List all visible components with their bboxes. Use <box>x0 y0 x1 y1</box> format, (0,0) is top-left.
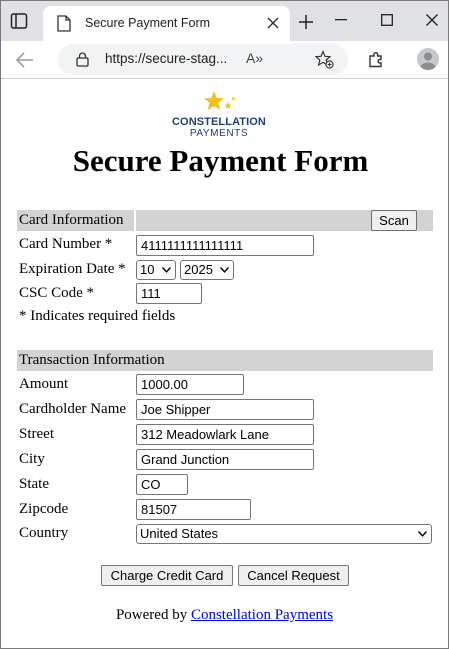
cancel-request-button[interactable]: Cancel Request <box>238 565 349 586</box>
card-number-label: Card Number * <box>19 236 113 252</box>
charge-credit-card-button[interactable]: Charge Credit Card <box>101 565 233 586</box>
state-field[interactable]: CO <box>136 474 188 495</box>
city-field[interactable]: Grand Junction <box>136 449 314 470</box>
country-select[interactable]: United States <box>136 524 432 544</box>
csc-field[interactable]: 111 <box>136 283 202 304</box>
transaction-section-header: Transaction Information <box>17 350 433 371</box>
expiration-month-select[interactable]: 10 <box>136 260 176 280</box>
tab-actions-icon[interactable] <box>10 12 28 30</box>
window-close-icon[interactable] <box>426 14 438 26</box>
page-title: Secure Payment Form <box>72 143 369 178</box>
amount-field[interactable]: 1000.00 <box>136 374 244 395</box>
city-label: City <box>19 451 45 467</box>
minimize-icon[interactable] <box>335 19 347 21</box>
url-text[interactable]: https://secure-stag... <box>105 51 227 66</box>
stars-icon <box>204 91 236 110</box>
cardholder-field[interactable]: Joe Shipper <box>136 399 314 420</box>
chevron-down-icon <box>162 267 171 273</box>
zipcode-label: Zipcode <box>19 501 69 517</box>
section-divider <box>134 210 136 231</box>
constellation-logo: CONSTELLATION PAYMENTS <box>169 90 269 140</box>
constellation-payments-link[interactable]: Constellation Payments <box>191 607 333 623</box>
street-label: Street <box>19 426 54 442</box>
expiration-month-value: 10 <box>140 262 155 277</box>
profile-avatar[interactable] <box>417 48 439 70</box>
tab-bar: Secure Payment Form <box>1 1 448 41</box>
browser-window: Secure Payment Form https://secure-stag.… <box>0 0 449 649</box>
amount-label: Amount <box>19 376 69 392</box>
back-arrow-icon[interactable] <box>15 51 35 69</box>
extensions-icon[interactable] <box>367 51 385 69</box>
page-icon <box>57 15 71 32</box>
expiration-label: Expiration Date * <box>19 261 126 277</box>
country-value: United States <box>140 526 219 541</box>
logo-sub-text: PAYMENTS <box>189 128 249 139</box>
new-tab-icon[interactable] <box>298 14 314 30</box>
profile-icon <box>420 52 436 70</box>
scan-button[interactable]: Scan <box>371 210 417 231</box>
read-aloud-icon[interactable]: A» <box>246 50 263 66</box>
state-label: State <box>19 476 49 492</box>
card-number-field[interactable]: 4111111111111111 <box>136 235 314 256</box>
logo-brand-text: CONSTELLATION <box>172 116 266 128</box>
card-section-label: Card Information <box>19 212 124 228</box>
csc-label: CSC Code * <box>19 285 95 301</box>
chevron-down-icon <box>418 531 427 537</box>
close-tab-icon[interactable] <box>266 16 280 30</box>
page-content: CONSTELLATION PAYMENTS Secure Payment Fo… <box>2 80 449 649</box>
active-tab[interactable]: Secure Payment Form <box>43 6 290 41</box>
transaction-section-label: Transaction Information <box>19 352 165 368</box>
required-note: * Indicates required fields <box>19 308 176 324</box>
expiration-year-select[interactable]: 2025 <box>180 260 234 280</box>
zipcode-field[interactable]: 81507 <box>136 499 251 520</box>
tab-title: Secure Payment Form <box>85 16 211 30</box>
address-bar[interactable]: https://secure-stag... A» <box>58 44 348 75</box>
lock-icon[interactable] <box>76 52 89 67</box>
street-field[interactable]: 312 Meadowlark Lane <box>136 424 314 445</box>
maximize-icon[interactable] <box>381 14 393 26</box>
footer-prefix: Powered by <box>115 607 188 623</box>
chevron-down-icon <box>220 267 229 273</box>
country-label: Country <box>19 525 69 541</box>
expiration-year-value: 2025 <box>184 262 213 277</box>
footer: Powered by Constellation Payments <box>2 607 447 624</box>
browser-toolbar: https://secure-stag... A» <box>1 41 448 79</box>
cardholder-label: Cardholder Name <box>19 401 127 417</box>
add-favorite-icon[interactable] <box>315 50 334 69</box>
